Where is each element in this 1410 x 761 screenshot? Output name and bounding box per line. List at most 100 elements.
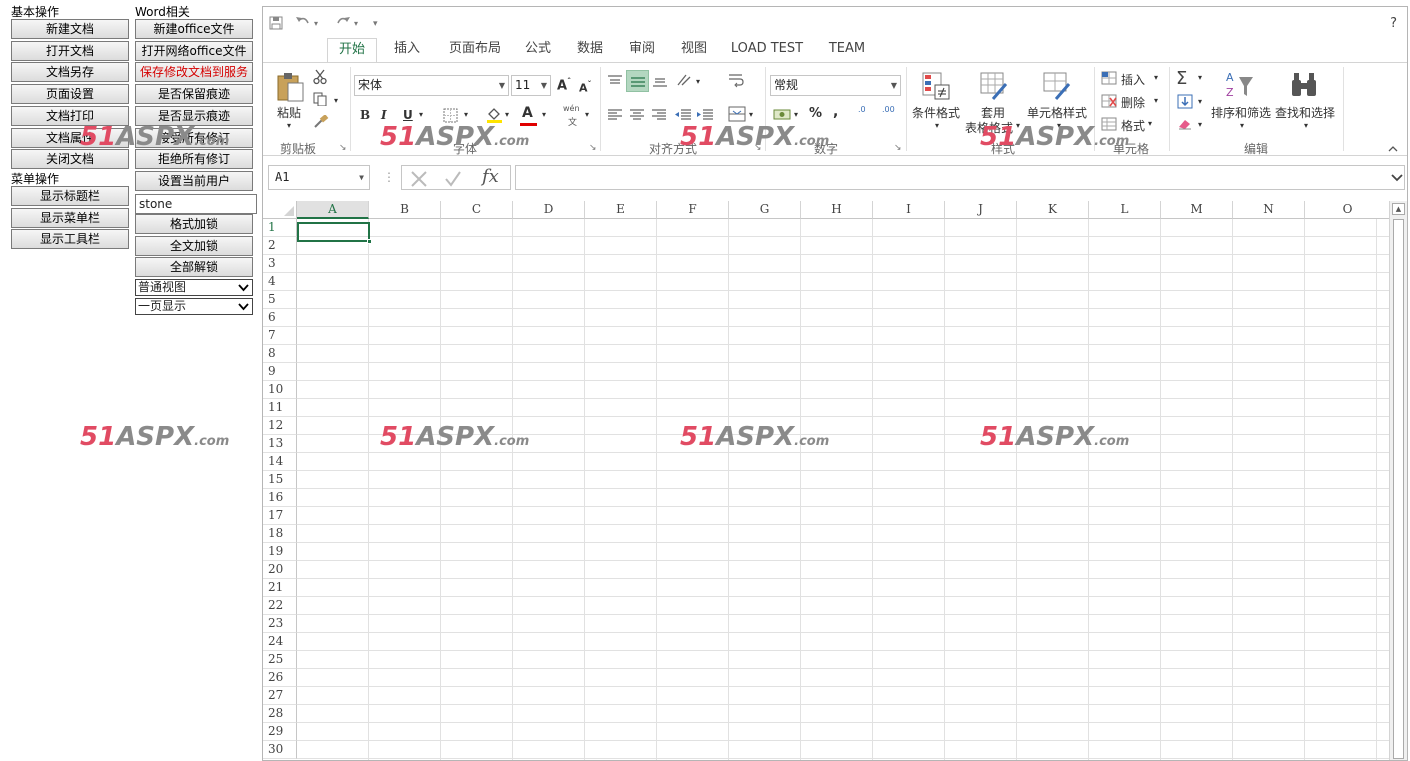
word-op-button-3[interactable]: 保存修改文档到服务 [135, 62, 253, 83]
row-header[interactable]: 25 [263, 651, 297, 669]
row-header[interactable]: 10 [263, 381, 297, 399]
basic-op-button-4[interactable]: 页面设置 [11, 84, 129, 105]
accounting-dropdown-icon[interactable]: ▾ [794, 110, 798, 119]
orientation-dropdown-icon[interactable]: ▾ [696, 77, 700, 86]
format-as-table-label-2[interactable]: 表格格式 [965, 119, 1013, 136]
number-launcher-icon[interactable]: ↘ [894, 143, 902, 153]
basic-op-button-7[interactable]: 关闭文档 [11, 149, 129, 170]
row-header[interactable]: 18 [263, 525, 297, 543]
column-header[interactable]: H [801, 201, 873, 219]
paste-label[interactable]: 粘贴 [277, 104, 301, 121]
align-top-icon[interactable] [607, 74, 623, 88]
lock-op-button-1[interactable]: 格式加锁 [135, 214, 253, 234]
scroll-up-icon[interactable]: ▲ [1392, 203, 1405, 215]
font-size-box[interactable]: 11 ▼ [511, 75, 551, 96]
insert-cells-icon[interactable] [1101, 71, 1117, 85]
align-middle-icon[interactable] [630, 75, 646, 89]
autosum-dropdown-icon[interactable]: ▾ [1198, 73, 1202, 82]
tab-4[interactable]: 公式 [515, 38, 561, 62]
column-header[interactable]: M [1161, 201, 1233, 219]
redo-icon[interactable] [335, 15, 351, 29]
word-op-button-5[interactable]: 是否显示痕迹 [135, 105, 253, 126]
conditional-format-label[interactable]: 条件格式 [912, 104, 960, 121]
row-header[interactable]: 13 [263, 435, 297, 453]
name-box[interactable]: A1 ▼ [268, 165, 370, 190]
paste-icon[interactable] [275, 71, 305, 103]
font-color-glyph[interactable]: A [522, 105, 533, 121]
menu-op-button-3[interactable]: 显示工具栏 [11, 229, 129, 250]
tab-1[interactable]: 开始 [327, 38, 377, 62]
phonetic-dropdown-icon[interactable]: ▾ [585, 110, 589, 119]
column-header[interactable]: A [297, 201, 369, 219]
format-painter-icon[interactable] [313, 115, 329, 129]
cut-icon[interactable] [313, 69, 327, 85]
row-header[interactable]: 22 [263, 597, 297, 615]
lock-op-button-3[interactable]: 全部解锁 [135, 257, 253, 278]
row-header[interactable]: 20 [263, 561, 297, 579]
cancel-icon[interactable] [410, 170, 428, 188]
font-color-dropdown-icon[interactable]: ▾ [542, 110, 546, 119]
format-cells-icon[interactable] [1101, 117, 1117, 131]
insert-cells-label[interactable]: 插入 [1121, 71, 1145, 88]
wrap-text-icon[interactable] [728, 73, 744, 89]
column-header[interactable]: E [585, 201, 657, 219]
decrease-decimal-label[interactable]: .00 [882, 105, 895, 114]
increase-decimal-label[interactable]: .0 [858, 105, 866, 114]
copy-dropdown-icon[interactable]: ▾ [334, 96, 338, 105]
format-as-table-icon[interactable] [979, 71, 1009, 101]
fill-color-dropdown-icon[interactable]: ▾ [505, 110, 509, 119]
undo-dropdown-icon[interactable]: ▾ [314, 19, 318, 28]
column-header[interactable]: B [369, 201, 441, 219]
cell-styles-label[interactable]: 单元格样式 [1027, 104, 1087, 121]
word-op-button-8[interactable]: 设置当前用户 [135, 170, 253, 191]
basic-op-button-3[interactable]: 文档另存 [11, 62, 129, 83]
redo-dropdown-icon[interactable]: ▾ [354, 19, 358, 28]
column-header[interactable]: J [945, 201, 1017, 219]
row-header[interactable]: 15 [263, 471, 297, 489]
fill-color-icon[interactable] [486, 106, 503, 123]
underline-dropdown-icon[interactable]: ▾ [419, 110, 423, 119]
align-left-icon[interactable] [607, 108, 623, 122]
number-format-box[interactable]: 常规 ▼ [770, 75, 901, 96]
formula-input[interactable] [515, 165, 1405, 190]
tab-8[interactable]: LOAD TEST [723, 38, 811, 62]
scrollbar-thumb[interactable] [1393, 219, 1404, 759]
column-header[interactable]: I [873, 201, 945, 219]
tab-2[interactable]: 插入 [381, 38, 433, 62]
merge-dropdown-icon[interactable]: ▾ [749, 110, 753, 119]
conditional-dropdown-icon[interactable]: ▾ [935, 121, 939, 130]
basic-op-button-1[interactable]: 新建文档 [11, 19, 129, 39]
row-header[interactable]: 24 [263, 633, 297, 651]
basic-op-button-5[interactable]: 文档打印 [11, 105, 129, 126]
delete-cells-label[interactable]: 删除 [1121, 94, 1145, 111]
phonetic-guide-icon[interactable]: 文 [568, 115, 577, 128]
expand-formula-bar-icon[interactable] [1391, 174, 1403, 182]
clear-dropdown-icon[interactable]: ▾ [1198, 120, 1202, 129]
word-op-button-7[interactable]: 拒绝所有修订 [135, 149, 253, 170]
autosum-icon[interactable]: Σ [1176, 68, 1187, 89]
enter-icon[interactable] [444, 170, 462, 188]
word-op-button-1[interactable]: 新建office文件 [135, 19, 253, 39]
column-header[interactable]: G [729, 201, 801, 219]
delete-dropdown-icon[interactable]: ▾ [1154, 96, 1158, 105]
column-header[interactable]: K [1017, 201, 1089, 219]
align-center-icon[interactable] [629, 108, 645, 122]
tab-7[interactable]: 视图 [669, 38, 719, 62]
align-right-icon[interactable] [651, 108, 667, 122]
row-header[interactable]: 5 [263, 291, 297, 309]
find-select-label[interactable]: 查找和选择 [1275, 104, 1335, 121]
tab-3[interactable]: 页面布局 [439, 38, 511, 62]
align-bottom-icon[interactable] [652, 74, 668, 88]
cell-styles-icon[interactable] [1042, 71, 1072, 101]
sort-filter-dropdown-icon[interactable]: ▾ [1240, 121, 1244, 130]
italic-button[interactable]: I [381, 108, 387, 122]
row-header[interactable]: 21 [263, 579, 297, 597]
format-dropdown-icon[interactable]: ▾ [1148, 119, 1152, 128]
basic-op-button-6[interactable]: 文档属性 [11, 127, 129, 148]
column-header[interactable]: D [513, 201, 585, 219]
lock-op-button-2[interactable]: 全文加锁 [135, 235, 253, 256]
fill-handle[interactable] [367, 239, 372, 244]
menu-op-button-2[interactable]: 显示菜单栏 [11, 207, 129, 228]
row-header[interactable]: 30 [263, 741, 297, 759]
fill-down-icon[interactable] [1177, 94, 1193, 109]
